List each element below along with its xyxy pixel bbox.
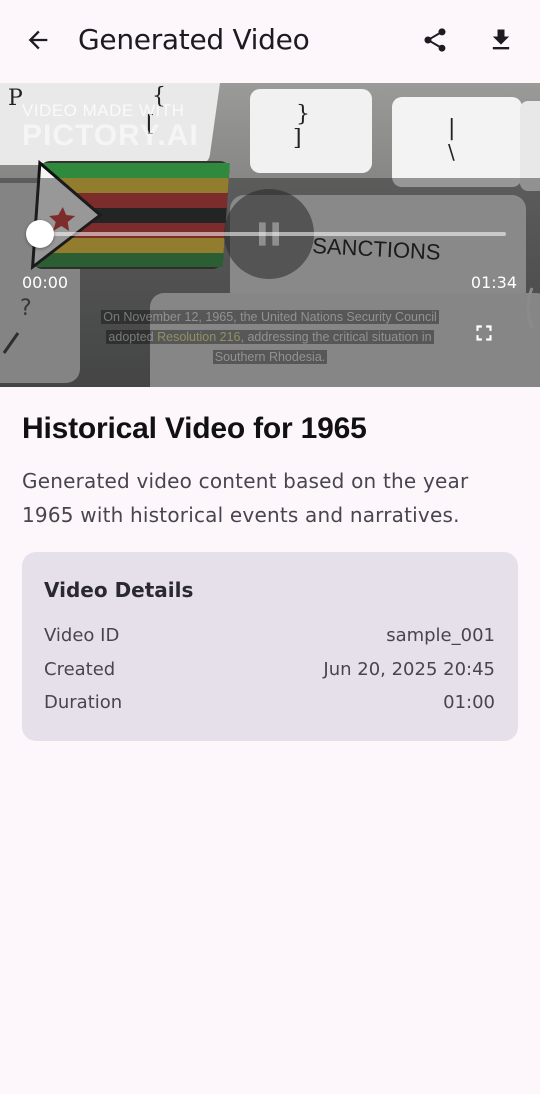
video-details-card: Video Details Video ID sample_001 Create… <box>22 552 518 741</box>
current-time: 00:00 <box>22 273 69 292</box>
watermark-text: VIDEO MADE WITH <box>22 101 185 120</box>
download-icon <box>492 29 510 50</box>
detail-row-video-id: Video ID sample_001 <box>44 621 495 649</box>
download-button[interactable] <box>477 16 525 64</box>
svg-text:P: P <box>8 86 23 111</box>
share-button[interactable] <box>411 16 459 64</box>
arrow-back-icon <box>28 30 48 50</box>
detail-row-created: Created Jun 20, 2025 20:45 <box>44 655 495 683</box>
total-time: 01:34 <box>470 273 517 292</box>
video-caption: On November 12, 1965, the United Nations… <box>80 307 460 367</box>
detail-label: Created <box>44 658 116 680</box>
progress-track[interactable] <box>40 232 506 236</box>
caption-line-2-start: adopted <box>108 330 158 344</box>
detail-value: 01:00 <box>443 691 495 713</box>
fullscreen-icon <box>476 325 492 341</box>
top-app-bar: Generated Video <box>0 0 540 82</box>
caption-line-3: Southern Rhodesia. <box>212 350 328 364</box>
video-player[interactable]: } ] | \ P { [ ? SANCTIONS VIDEO MADE WIT… <box>0 83 540 387</box>
watermark-logo: PICTORY.AI <box>22 119 199 152</box>
progress-thumb[interactable] <box>26 220 54 248</box>
caption-line-1: On November 12, 1965, the United Nations… <box>101 310 439 324</box>
detail-label: Duration <box>44 691 123 713</box>
caption-line-2-end: , addressing the critical situation in <box>240 330 432 344</box>
detail-value: sample_001 <box>386 624 495 646</box>
detail-value: Jun 20, 2025 20:45 <box>323 658 495 680</box>
detail-row-duration: Duration 01:00 <box>44 688 495 716</box>
fullscreen-button[interactable] <box>468 317 500 349</box>
video-heading: Historical Video for 1965 <box>22 412 367 445</box>
svg-text:|: | <box>448 116 455 141</box>
svg-text:}: } <box>296 102 310 127</box>
detail-label: Video ID <box>44 624 120 646</box>
details-title: Video Details <box>44 578 194 602</box>
caption-highlight: Resolution 216 <box>157 330 241 344</box>
share-icon <box>424 28 446 52</box>
page-title: Generated Video <box>78 23 310 56</box>
svg-text:]: ] <box>293 126 302 151</box>
svg-text:\: \ <box>448 140 455 164</box>
video-description: Generated video content based on the yea… <box>22 469 469 527</box>
back-button[interactable] <box>14 16 62 64</box>
